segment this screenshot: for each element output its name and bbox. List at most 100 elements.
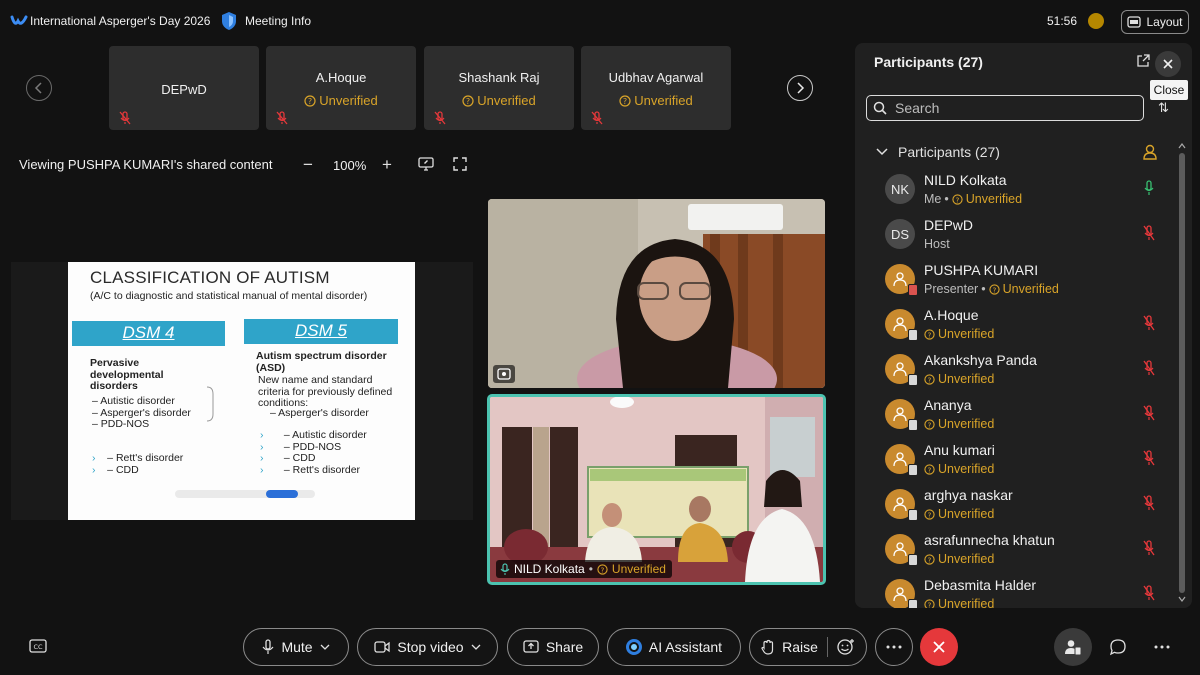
leave-meeting-button[interactable] (920, 628, 958, 666)
strip-next-button[interactable] (787, 75, 813, 101)
zoom-in-button[interactable]: + (382, 155, 392, 175)
captions-icon[interactable]: CC (29, 639, 47, 653)
mic-muted-icon[interactable] (1142, 450, 1156, 466)
avatar: DS (885, 219, 915, 249)
chevron-right-icon (797, 82, 805, 94)
device-badge-icon (908, 419, 918, 431)
mic-muted-icon (434, 111, 446, 125)
participant-row[interactable]: Akankshya Panda ? Unverified (857, 348, 1175, 393)
raise-hand-button[interactable]: Raise (749, 628, 867, 666)
stop-video-button[interactable]: Stop video (357, 628, 498, 666)
layout-button[interactable]: Layout (1121, 10, 1189, 34)
participant-name: asrafunnecha khatun (924, 532, 1055, 548)
mic-muted-icon[interactable] (1142, 585, 1156, 601)
close-panel-button[interactable] (1155, 51, 1181, 77)
participant-name: NILD Kolkata (924, 172, 1007, 188)
meeting-title: International Asperger's Day 2026 (30, 14, 211, 28)
host-user-icon[interactable] (1143, 144, 1157, 160)
strip-previous-button[interactable] (26, 75, 52, 101)
mic-muted-icon (119, 111, 131, 125)
mic-muted-icon[interactable] (1142, 360, 1156, 376)
search-input[interactable] (895, 100, 1125, 116)
mic-muted-icon[interactable] (1142, 405, 1156, 421)
participant-tile-a-hoque[interactable]: A.Hoque ? Unverified (266, 46, 416, 130)
svg-text:?: ? (955, 195, 959, 204)
tile-name: A.Hoque (315, 70, 367, 85)
close-icon (1163, 59, 1173, 69)
more-icon (1154, 645, 1170, 649)
participant-tile-udbhav-agarwal[interactable]: Udbhav Agarwal ? Unverified (581, 46, 731, 130)
avatar: NK (885, 174, 915, 204)
avatar (885, 534, 918, 566)
participant-row[interactable]: arghya naskar ? Unverified (857, 483, 1175, 528)
dsm4-list-2: › – Rett's disorder › – CDD (92, 452, 184, 476)
tile-status: ? Unverified (266, 93, 416, 108)
unverified-icon: ? (988, 283, 1000, 295)
chat-button[interactable] (1099, 628, 1137, 666)
mic-muted-icon[interactable] (1142, 225, 1156, 241)
unverified-icon: ? (304, 94, 316, 107)
mic-muted-icon[interactable] (1142, 540, 1156, 556)
reactions-icon[interactable] (837, 638, 855, 656)
participant-row[interactable]: NK NILD Kolkata Me • ? Unverified (857, 168, 1175, 213)
mic-muted-icon (276, 111, 288, 125)
participant-search[interactable] (866, 95, 1144, 121)
more-panels-button[interactable] (1143, 628, 1181, 666)
dsm4-heading: Pervasive developmental disorders (90, 357, 164, 392)
participant-meta: ? Unverified (924, 417, 994, 431)
sort-icon[interactable]: ⇅ (1158, 100, 1169, 116)
participants-button[interactable] (1054, 628, 1092, 666)
participant-row[interactable]: DS DEPwD Host (857, 213, 1175, 258)
avatar (885, 579, 918, 608)
mic-muted-icon[interactable] (1142, 315, 1156, 331)
user-icon (893, 362, 907, 377)
dsm5-heading: Autism spectrum disorder (ASD) (256, 350, 387, 374)
stop-video-label: Stop video (397, 639, 464, 655)
unverified-icon: ? (952, 193, 963, 205)
participants-list-header[interactable]: Participants (27) (876, 144, 1000, 160)
scrollbar-thumb[interactable] (1179, 153, 1185, 593)
fullscreen-icon[interactable] (453, 157, 467, 171)
device-badge-icon (908, 554, 918, 566)
close-tooltip: Close (1150, 80, 1188, 100)
ai-assistant-button[interactable]: AI Assistant (607, 628, 741, 666)
participant-row[interactable]: asrafunnecha khatun ? Unverified (857, 528, 1175, 573)
participant-tile-depwd[interactable]: DEPwD (109, 46, 259, 130)
chevron-down-icon[interactable] (320, 644, 330, 650)
video-options-button[interactable] (493, 365, 515, 383)
tile-name: DEPwD (161, 82, 207, 97)
annotate-icon[interactable] (418, 157, 434, 171)
zoom-level[interactable]: 100% (333, 158, 366, 173)
participant-row[interactable]: Anu kumari ? Unverified (857, 438, 1175, 483)
participants-panel-title: Participants (27) (874, 54, 983, 70)
popout-icon[interactable] (1136, 54, 1150, 68)
participant-row[interactable]: Ananya ? Unverified (857, 393, 1175, 438)
participant-row[interactable]: Debasmita Halder ? Unverified (857, 573, 1175, 608)
mic-on-icon[interactable] (1142, 180, 1156, 196)
share-label: Share (545, 639, 584, 655)
more-options-button[interactable] (875, 628, 913, 666)
self-video-feed (490, 397, 823, 582)
participant-row[interactable]: A.Hoque ? Unverified (857, 303, 1175, 348)
shield-icon[interactable] (220, 11, 238, 31)
participant-tile-shashank-raj[interactable]: Shashank Raj ? Unverified (424, 46, 574, 130)
user-icon (893, 587, 907, 602)
dsm5-header: DSM 5 (244, 319, 398, 344)
svg-text:?: ? (928, 510, 932, 519)
unverified-icon: ? (924, 553, 935, 565)
mic-muted-icon[interactable] (1142, 495, 1156, 511)
video-tile-self[interactable]: NILD Kolkata • ? Unverified (487, 394, 826, 585)
mute-button[interactable]: Mute (243, 628, 349, 666)
meeting-info-link[interactable]: Meeting Info (245, 14, 311, 28)
chevron-down-icon[interactable] (471, 644, 481, 650)
shared-content-label: Viewing PUSHPA KUMARI's shared content (19, 157, 273, 172)
participant-name: Anu kumari (924, 442, 995, 458)
zoom-out-button[interactable]: − (303, 155, 313, 175)
share-button[interactable]: Share (507, 628, 599, 666)
participant-row[interactable]: PUSHPA KUMARI Presenter • ? Unverified (857, 258, 1175, 303)
chevron-down-icon (876, 148, 888, 156)
tile-name: Shashank Raj (458, 70, 540, 85)
video-tile-presenter[interactable] (488, 199, 825, 388)
unverified-icon: ? (924, 418, 935, 430)
svg-text:?: ? (928, 375, 932, 384)
